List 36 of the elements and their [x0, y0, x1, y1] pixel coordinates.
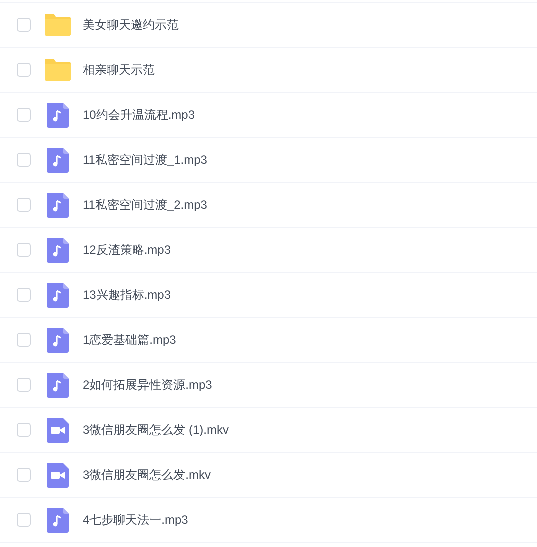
music-note-icon [47, 102, 69, 128]
file-name[interactable]: 3微信朋友圈怎么发.mkv [83, 466, 212, 484]
file-name[interactable]: 13兴趣指标.mp3 [83, 286, 172, 304]
file-name[interactable]: 2如何拓展异性资源.mp3 [83, 376, 212, 394]
checkbox[interactable] [17, 18, 31, 32]
folder-icon [45, 14, 71, 36]
music-note-icon [47, 282, 69, 308]
file-name[interactable]: 相亲聊天示范 [83, 61, 155, 79]
checkbox[interactable] [17, 63, 31, 77]
video-camera-icon [47, 462, 69, 488]
music-note-icon [47, 372, 69, 398]
music-note-icon [47, 328, 69, 352]
checkbox[interactable] [17, 333, 31, 347]
checkbox[interactable] [17, 513, 31, 527]
folder-icon [45, 59, 71, 81]
file-name[interactable]: 12反渣策略.mp3 [83, 241, 172, 259]
music-note-icon [47, 192, 69, 218]
music-note-icon [47, 148, 69, 172]
checkbox[interactable] [17, 243, 31, 257]
music-note-icon [47, 508, 69, 532]
checkbox[interactable] [17, 153, 31, 167]
checkbox[interactable] [17, 468, 31, 482]
checkbox[interactable] [17, 378, 31, 392]
checkbox[interactable] [17, 288, 31, 302]
music-note-icon [47, 238, 69, 262]
video-camera-icon [47, 418, 69, 442]
checkbox[interactable] [17, 108, 31, 122]
file-name[interactable]: 4七步聊天法一.mp3 [83, 511, 188, 529]
file-name[interactable]: 11私密空间过渡_2.mp3 [83, 196, 208, 214]
file-name[interactable]: 10约会升温流程.mp3 [83, 106, 196, 124]
file-name[interactable]: 1恋爱基础篇.mp3 [83, 331, 176, 349]
file-name[interactable]: 美女聊天邀约示范 [83, 16, 179, 34]
file-name[interactable]: 11私密空间过渡_1.mp3 [83, 151, 208, 169]
file-name[interactable]: 3微信朋友圈怎么发 (1).mkv [83, 421, 230, 439]
checkbox[interactable] [17, 423, 31, 437]
checkbox[interactable] [17, 198, 31, 212]
